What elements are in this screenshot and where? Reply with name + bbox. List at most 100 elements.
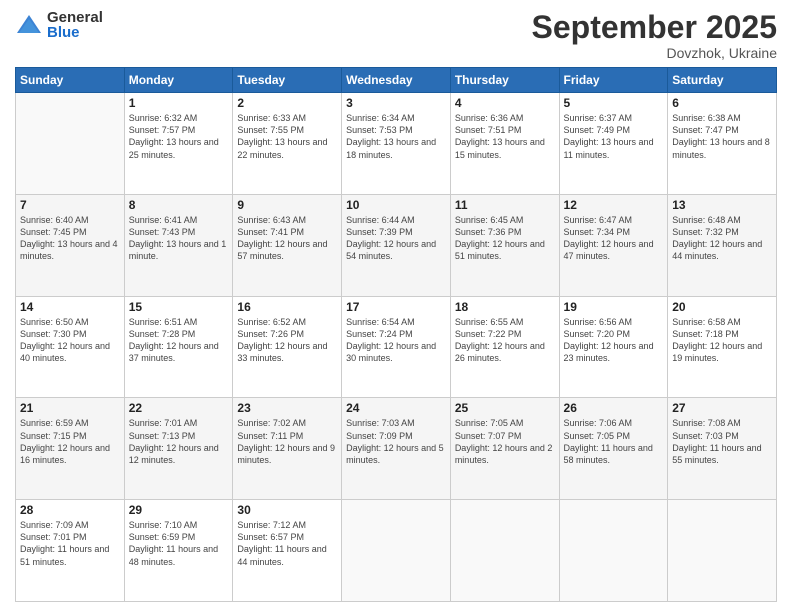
day-number: 25 bbox=[455, 401, 555, 415]
day-number: 3 bbox=[346, 96, 446, 110]
table-row: 18 Sunrise: 6:55 AMSunset: 7:22 PMDayligh… bbox=[450, 296, 559, 398]
day-info: Sunrise: 6:56 AMSunset: 7:20 PMDaylight:… bbox=[564, 316, 664, 365]
table-row: 15 Sunrise: 6:51 AMSunset: 7:28 PMDayligh… bbox=[124, 296, 233, 398]
day-info: Sunrise: 6:34 AMSunset: 7:53 PMDaylight:… bbox=[346, 112, 446, 161]
day-number: 12 bbox=[564, 198, 664, 212]
day-number: 13 bbox=[672, 198, 772, 212]
header-wednesday: Wednesday bbox=[342, 68, 451, 93]
day-number: 5 bbox=[564, 96, 664, 110]
day-info: Sunrise: 6:51 AMSunset: 7:28 PMDaylight:… bbox=[129, 316, 229, 365]
day-info: Sunrise: 6:52 AMSunset: 7:26 PMDaylight:… bbox=[237, 316, 337, 365]
day-number: 6 bbox=[672, 96, 772, 110]
day-info: Sunrise: 6:40 AMSunset: 7:45 PMDaylight:… bbox=[20, 214, 120, 263]
day-info: Sunrise: 7:06 AMSunset: 7:05 PMDaylight:… bbox=[564, 417, 664, 466]
day-info: Sunrise: 6:44 AMSunset: 7:39 PMDaylight:… bbox=[346, 214, 446, 263]
day-number: 29 bbox=[129, 503, 229, 517]
calendar-week-row: 14Sunrise: 6:50 AMSunset: 7:30 PMDayligh… bbox=[16, 296, 777, 398]
day-info: Sunrise: 7:01 AMSunset: 7:13 PMDaylight:… bbox=[129, 417, 229, 466]
calendar-week-row: 28Sunrise: 7:09 AMSunset: 7:01 PMDayligh… bbox=[16, 500, 777, 602]
day-info: Sunrise: 6:47 AMSunset: 7:34 PMDaylight:… bbox=[564, 214, 664, 263]
table-row bbox=[342, 500, 451, 602]
table-row: 16 Sunrise: 6:52 AMSunset: 7:26 PMDayligh… bbox=[233, 296, 342, 398]
table-row: 13 Sunrise: 6:48 AMSunset: 7:32 PMDayligh… bbox=[668, 194, 777, 296]
day-info: Sunrise: 6:36 AMSunset: 7:51 PMDaylight:… bbox=[455, 112, 555, 161]
table-row: 4Sunrise: 6:36 AMSunset: 7:51 PMDaylight… bbox=[450, 93, 559, 195]
day-info: Sunrise: 7:08 AMSunset: 7:03 PMDaylight:… bbox=[672, 417, 772, 466]
header-thursday: Thursday bbox=[450, 68, 559, 93]
day-number: 7 bbox=[20, 198, 120, 212]
day-number: 26 bbox=[564, 401, 664, 415]
logo-text: General Blue bbox=[47, 10, 103, 40]
table-row: 27 Sunrise: 7:08 AMSunset: 7:03 PMDayligh… bbox=[668, 398, 777, 500]
day-number: 22 bbox=[129, 401, 229, 415]
day-info: Sunrise: 6:33 AMSunset: 7:55 PMDaylight:… bbox=[237, 112, 337, 161]
table-row: 5 Sunrise: 6:37 AMSunset: 7:49 PMDaylight… bbox=[559, 93, 668, 195]
day-info: Sunrise: 6:55 AMSunset: 7:22 PMDaylight:… bbox=[455, 316, 555, 365]
day-number: 20 bbox=[672, 300, 772, 314]
day-number: 16 bbox=[237, 300, 337, 314]
logo-general: General bbox=[47, 10, 103, 25]
table-row: 3 Sunrise: 6:34 AMSunset: 7:53 PMDaylight… bbox=[342, 93, 451, 195]
day-info: Sunrise: 7:02 AMSunset: 7:11 PMDaylight:… bbox=[237, 417, 337, 466]
month-title: September 2025 bbox=[532, 10, 777, 45]
day-number: 9 bbox=[237, 198, 337, 212]
logo-blue: Blue bbox=[47, 25, 103, 40]
table-row: 11 Sunrise: 6:45 AMSunset: 7:36 PMDayligh… bbox=[450, 194, 559, 296]
day-info: Sunrise: 6:54 AMSunset: 7:24 PMDaylight:… bbox=[346, 316, 446, 365]
day-number: 10 bbox=[346, 198, 446, 212]
day-info: Sunrise: 6:45 AMSunset: 7:36 PMDaylight:… bbox=[455, 214, 555, 263]
day-number: 18 bbox=[455, 300, 555, 314]
day-number: 27 bbox=[672, 401, 772, 415]
day-info: Sunrise: 6:43 AMSunset: 7:41 PMDaylight:… bbox=[237, 214, 337, 263]
table-row: 14Sunrise: 6:50 AMSunset: 7:30 PMDayligh… bbox=[16, 296, 125, 398]
day-number: 2 bbox=[237, 96, 337, 110]
calendar-week-row: 1 Sunrise: 6:32 AMSunset: 7:57 PMDaylight… bbox=[16, 93, 777, 195]
table-row: 21Sunrise: 6:59 AMSunset: 7:15 PMDayligh… bbox=[16, 398, 125, 500]
header-sunday: Sunday bbox=[16, 68, 125, 93]
page: General Blue September 2025 Dovzhok, Ukr… bbox=[0, 0, 792, 612]
day-info: Sunrise: 6:41 AMSunset: 7:43 PMDaylight:… bbox=[129, 214, 229, 263]
day-number: 11 bbox=[455, 198, 555, 212]
day-info: Sunrise: 7:03 AMSunset: 7:09 PMDaylight:… bbox=[346, 417, 446, 466]
table-row: 30 Sunrise: 7:12 AMSunset: 6:57 PMDayligh… bbox=[233, 500, 342, 602]
table-row: 6 Sunrise: 6:38 AMSunset: 7:47 PMDaylight… bbox=[668, 93, 777, 195]
table-row: 28Sunrise: 7:09 AMSunset: 7:01 PMDayligh… bbox=[16, 500, 125, 602]
table-row: 23 Sunrise: 7:02 AMSunset: 7:11 PMDayligh… bbox=[233, 398, 342, 500]
day-number: 28 bbox=[20, 503, 120, 517]
calendar-week-row: 21Sunrise: 6:59 AMSunset: 7:15 PMDayligh… bbox=[16, 398, 777, 500]
table-row bbox=[559, 500, 668, 602]
day-number: 17 bbox=[346, 300, 446, 314]
title-block: September 2025 Dovzhok, Ukraine bbox=[532, 10, 777, 61]
day-info: Sunrise: 6:32 AMSunset: 7:57 PMDaylight:… bbox=[129, 112, 229, 161]
day-number: 21 bbox=[20, 401, 120, 415]
table-row: 26 Sunrise: 7:06 AMSunset: 7:05 PMDayligh… bbox=[559, 398, 668, 500]
table-row: 20Sunrise: 6:58 AMSunset: 7:18 PMDayligh… bbox=[668, 296, 777, 398]
table-row: 1 Sunrise: 6:32 AMSunset: 7:57 PMDaylight… bbox=[124, 93, 233, 195]
day-info: Sunrise: 7:10 AMSunset: 6:59 PMDaylight:… bbox=[129, 519, 229, 568]
table-row: 22 Sunrise: 7:01 AMSunset: 7:13 PMDayligh… bbox=[124, 398, 233, 500]
days-header-row: Sunday Monday Tuesday Wednesday Thursday… bbox=[16, 68, 777, 93]
day-number: 15 bbox=[129, 300, 229, 314]
table-row bbox=[450, 500, 559, 602]
day-number: 30 bbox=[237, 503, 337, 517]
day-number: 8 bbox=[129, 198, 229, 212]
table-row bbox=[16, 93, 125, 195]
logo: General Blue bbox=[15, 10, 103, 40]
day-info: Sunrise: 7:12 AMSunset: 6:57 PMDaylight:… bbox=[237, 519, 337, 568]
calendar: Sunday Monday Tuesday Wednesday Thursday… bbox=[15, 67, 777, 602]
table-row: 12 Sunrise: 6:47 AMSunset: 7:34 PMDayligh… bbox=[559, 194, 668, 296]
day-info: Sunrise: 6:48 AMSunset: 7:32 PMDaylight:… bbox=[672, 214, 772, 263]
day-number: 23 bbox=[237, 401, 337, 415]
day-info: Sunrise: 6:50 AMSunset: 7:30 PMDaylight:… bbox=[20, 316, 120, 365]
logo-icon bbox=[15, 11, 43, 39]
day-info: Sunrise: 6:37 AMSunset: 7:49 PMDaylight:… bbox=[564, 112, 664, 161]
day-number: 19 bbox=[564, 300, 664, 314]
day-number: 24 bbox=[346, 401, 446, 415]
table-row: 17 Sunrise: 6:54 AMSunset: 7:24 PMDayligh… bbox=[342, 296, 451, 398]
day-number: 1 bbox=[129, 96, 229, 110]
table-row: 24 Sunrise: 7:03 AMSunset: 7:09 PMDayligh… bbox=[342, 398, 451, 500]
table-row: 7 Sunrise: 6:40 AMSunset: 7:45 PMDaylight… bbox=[16, 194, 125, 296]
day-info: Sunrise: 6:38 AMSunset: 7:47 PMDaylight:… bbox=[672, 112, 772, 161]
calendar-week-row: 7 Sunrise: 6:40 AMSunset: 7:45 PMDaylight… bbox=[16, 194, 777, 296]
header-tuesday: Tuesday bbox=[233, 68, 342, 93]
